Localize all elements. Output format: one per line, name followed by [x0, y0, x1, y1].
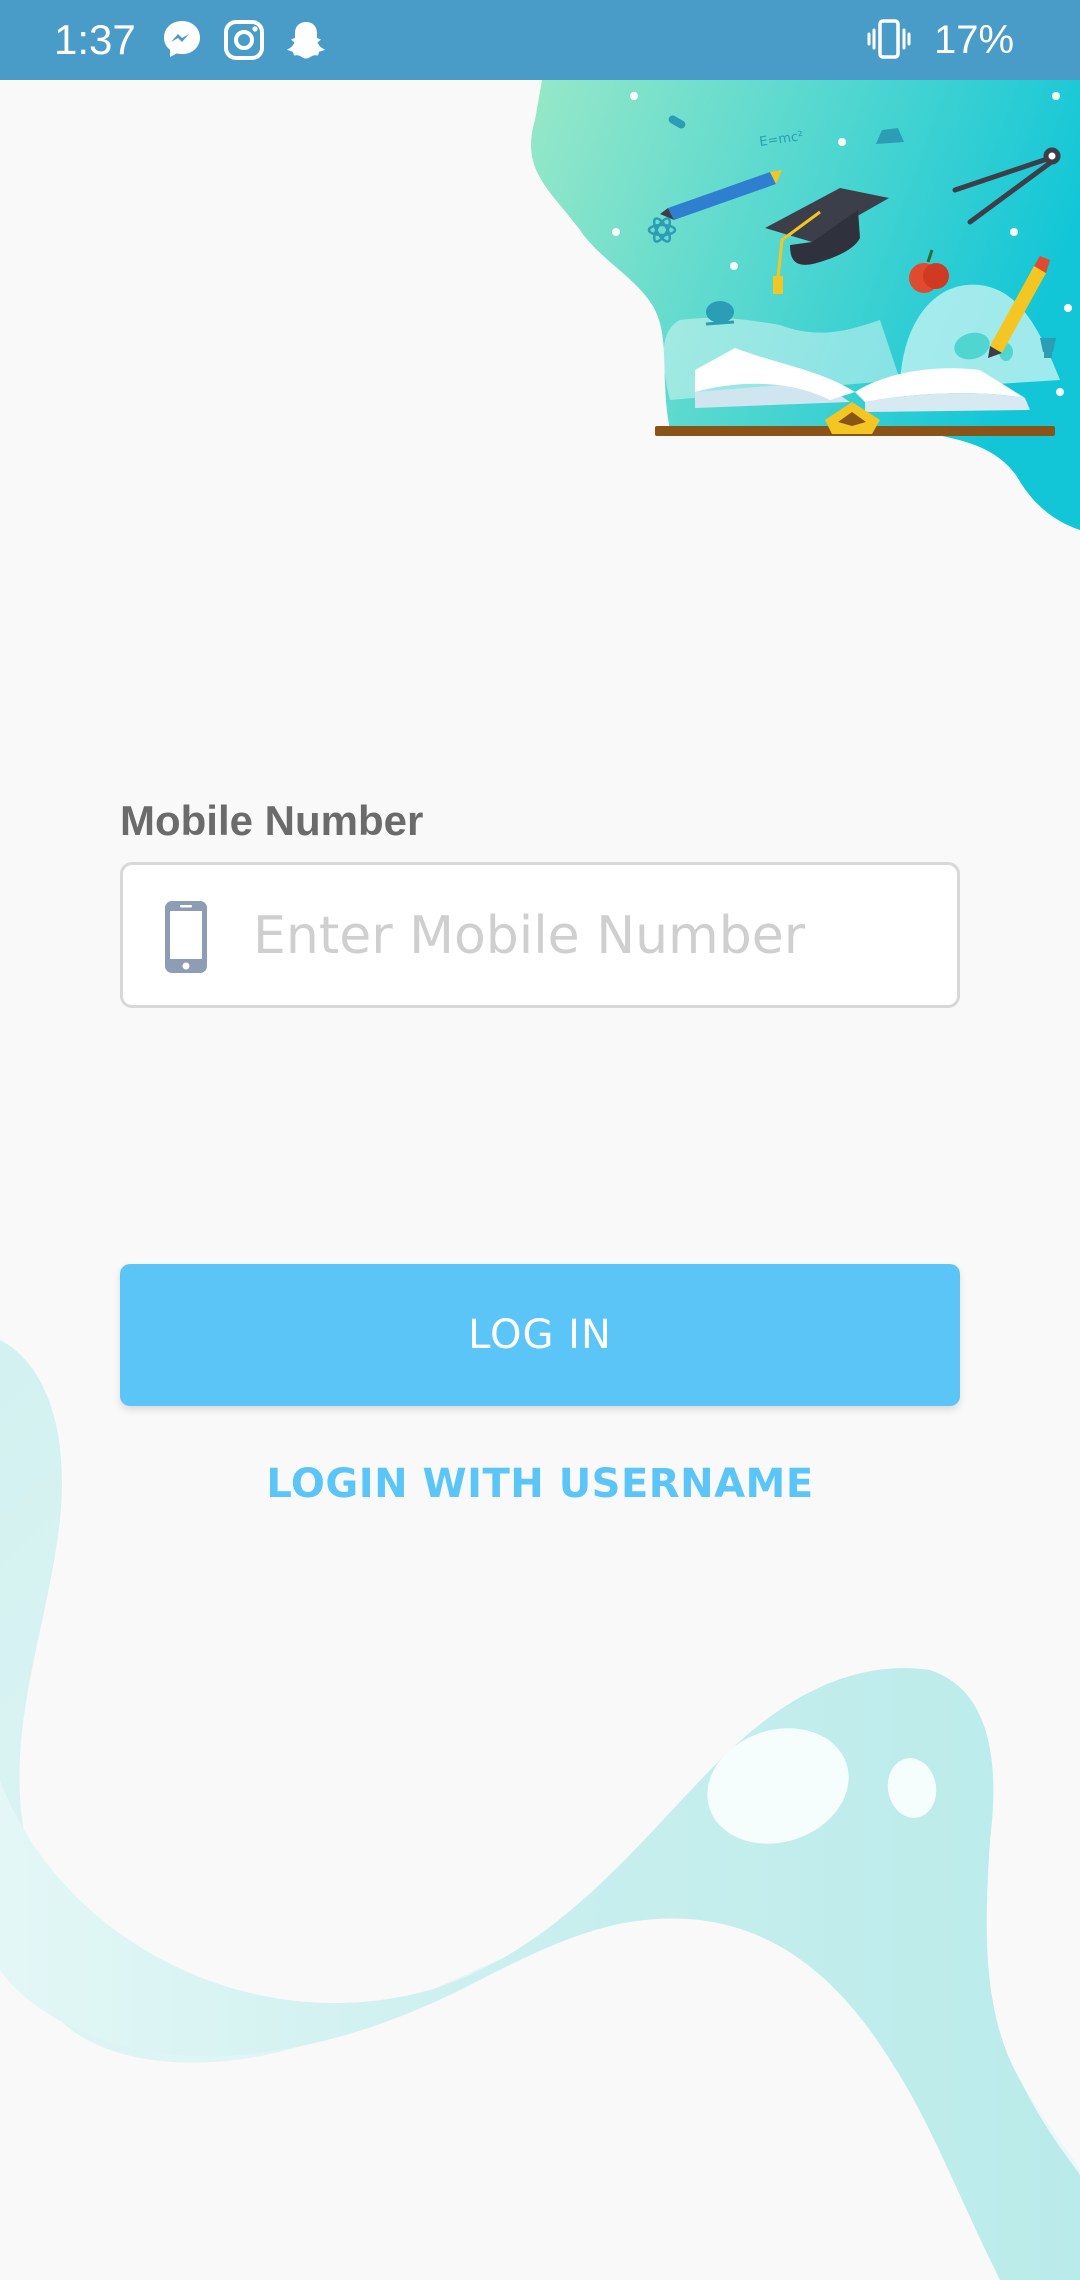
mobile-number-field[interactable] — [120, 862, 960, 1008]
status-time: 1:37 — [54, 16, 136, 63]
mobile-number-input[interactable] — [251, 885, 935, 987]
login-form: Mobile Number LOG IN LOGIN WITH USERNAME — [0, 0, 1080, 2280]
login-button[interactable]: LOG IN — [120, 1264, 960, 1406]
mobile-number-label: Mobile Number — [120, 797, 424, 844]
login-with-username-link[interactable]: LOGIN WITH USERNAME — [120, 1456, 960, 1512]
messenger-icon — [164, 21, 200, 57]
status-bar: 1:37 17% — [0, 0, 1080, 80]
battery-percentage: 17% — [934, 18, 1015, 62]
mobile-phone-icon — [165, 901, 207, 973]
snapchat-icon — [287, 22, 325, 59]
vibrate-icon — [867, 19, 911, 59]
instagram-icon — [224, 20, 264, 60]
